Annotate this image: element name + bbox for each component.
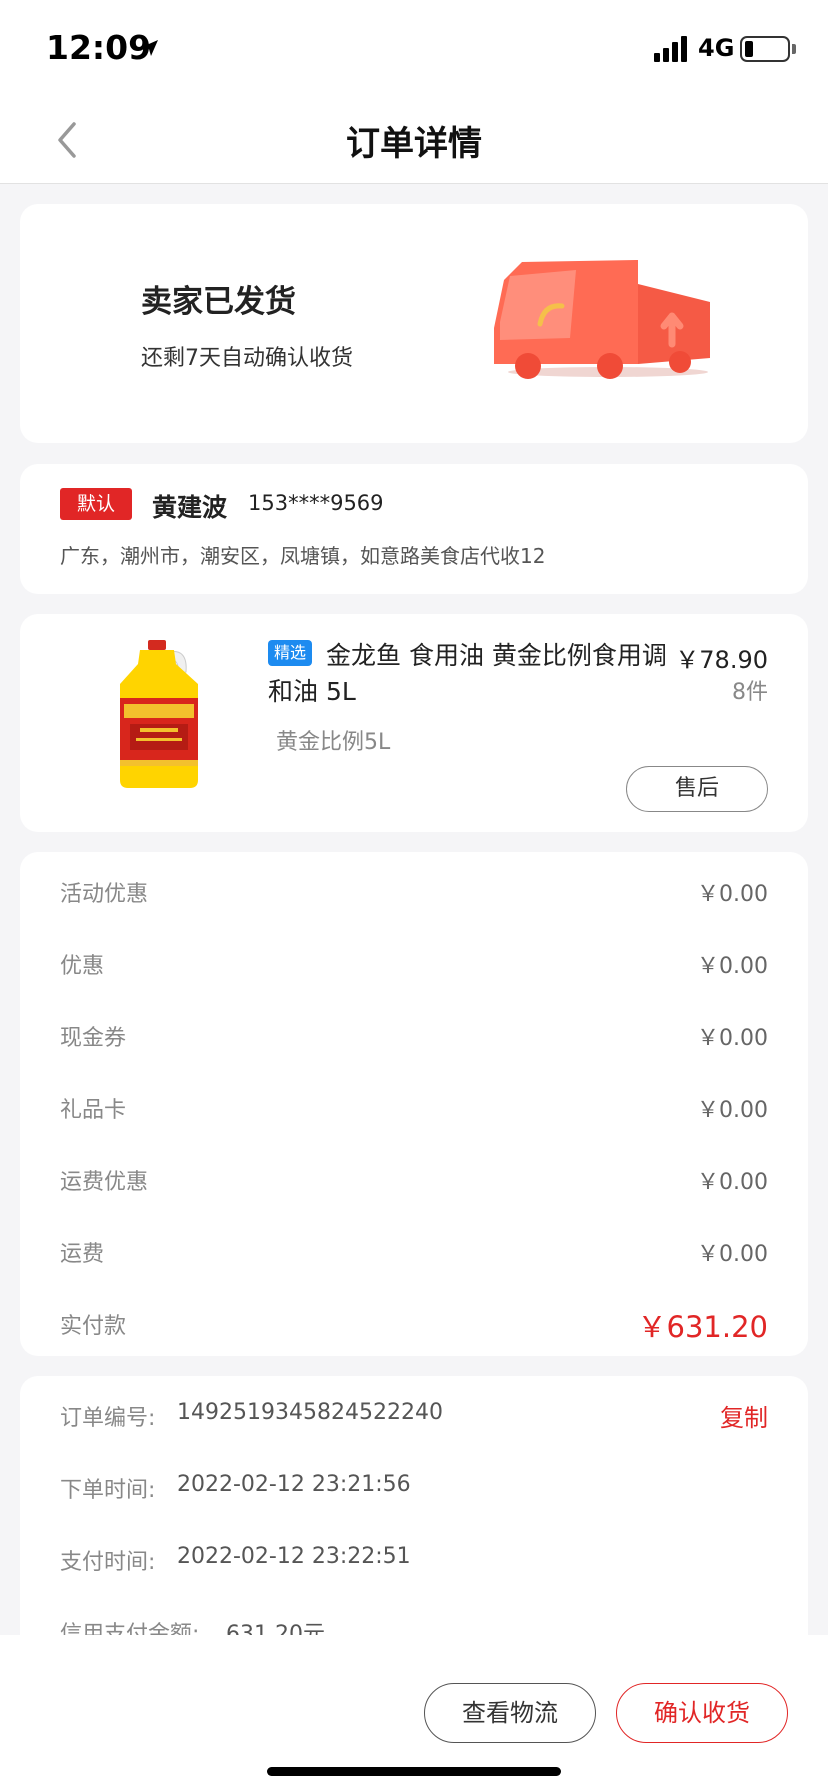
fee-breakdown-card: 活动优惠 ￥0.00 优惠 ￥0.00 现金券 ￥0.00 礼品卡 ￥0.00 … — [20, 852, 808, 1356]
copy-button[interactable]: 复制 — [720, 1398, 768, 1433]
home-indicator[interactable] — [267, 1767, 561, 1776]
nav-bar: 订单详情 — [0, 96, 828, 184]
fee-value: ￥0.00 — [697, 1026, 768, 1051]
pay-time: 2022-02-12 23:22:51 — [177, 1544, 411, 1569]
fee-row-shipping: 运费 ￥0.00 — [60, 1232, 768, 1272]
fee-label: 礼品卡 — [60, 1098, 127, 1123]
location-arrow-icon — [142, 40, 158, 56]
delivery-truck-icon — [494, 260, 710, 379]
product-card[interactable]: 金龙鱼 食用油 黄金比例食用调和油 5L 精选 ￥78.90 8件 黄金比例5L… — [20, 614, 808, 832]
status-time: 12:09 — [46, 28, 152, 67]
order-number: 1492519345824522240 — [177, 1400, 443, 1425]
pay-time-label: 支付时间: — [60, 1550, 156, 1575]
fee-value: ￥0.00 — [697, 1098, 768, 1123]
shipping-status-title: 卖家已发货 — [141, 284, 296, 320]
pay-time-row: 支付时间: 2022-02-12 23:22:51 — [60, 1540, 768, 1580]
page-title: 订单详情 — [346, 124, 482, 164]
shipping-status-card: 卖家已发货 还剩7天自动确认收货 — [20, 204, 808, 443]
fee-value: ￥0.00 — [697, 882, 768, 907]
fee-label: 优惠 — [60, 954, 105, 979]
order-number-label: 订单编号: — [60, 1406, 156, 1431]
order-time: 2022-02-12 23:21:56 — [177, 1472, 411, 1497]
fee-label: 运费 — [60, 1242, 105, 1267]
confirm-receipt-button[interactable]: 确认收货 — [616, 1683, 788, 1743]
status-bar: 12:09 4G — [0, 0, 828, 96]
shipping-status-subtitle: 还剩7天自动确认收货 — [141, 346, 353, 371]
battery-icon — [740, 36, 790, 62]
order-time-row: 下单时间: 2022-02-12 23:21:56 — [60, 1468, 768, 1508]
fee-row-cash-coupon: 现金券 ￥0.00 — [60, 1016, 768, 1056]
total-label: 实付款 — [60, 1314, 127, 1339]
address-card[interactable]: 默认 黄建波 153****9569 广东，潮州市，潮安区，凤塘镇，如意路美食店… — [20, 464, 808, 594]
after-sale-button[interactable]: 售后 — [626, 766, 768, 812]
signal-icon — [654, 36, 687, 62]
order-number-row: 订单编号: 1492519345824522240 复制 — [60, 1396, 768, 1436]
fee-row-discount: 优惠 ￥0.00 — [60, 944, 768, 984]
network-type: 4G — [698, 34, 735, 62]
fee-row-shipping-discount: 运费优惠 ￥0.00 — [60, 1160, 768, 1200]
view-logistics-button[interactable]: 查看物流 — [424, 1683, 596, 1743]
product-name[interactable]: 金龙鱼 食用油 黄金比例食用调和油 5L — [268, 638, 668, 710]
battery-tip — [792, 44, 796, 54]
product-price: ￥78.90 — [675, 646, 768, 674]
fee-row-gift-card: 礼品卡 ￥0.00 — [60, 1088, 768, 1128]
product-image[interactable] — [114, 640, 204, 790]
address-detail: 广东，潮州市，潮安区，凤塘镇，如意路美食店代收12 — [60, 544, 546, 568]
fee-row-activity-discount: 活动优惠 ￥0.00 — [60, 872, 768, 912]
fee-value: ￥0.00 — [697, 1170, 768, 1195]
fee-value: ￥0.00 — [697, 1242, 768, 1267]
fee-row-total: 实付款 ￥631.20 — [60, 1304, 768, 1344]
fee-value: ￥0.00 — [697, 954, 768, 979]
product-quantity: 8件 — [732, 680, 768, 705]
recipient-name: 黄建波 — [152, 493, 228, 522]
product-spec: 黄金比例5L — [276, 730, 391, 755]
fee-label: 运费优惠 — [60, 1170, 149, 1195]
recipient-phone: 153****9569 — [248, 491, 384, 515]
order-time-label: 下单时间: — [60, 1478, 156, 1503]
default-address-badge: 默认 — [60, 488, 132, 520]
featured-tag: 精选 — [268, 640, 313, 666]
fee-label: 活动优惠 — [60, 882, 149, 907]
total-amount: ￥631.20 — [637, 1310, 768, 1344]
fee-label: 现金券 — [60, 1026, 127, 1051]
